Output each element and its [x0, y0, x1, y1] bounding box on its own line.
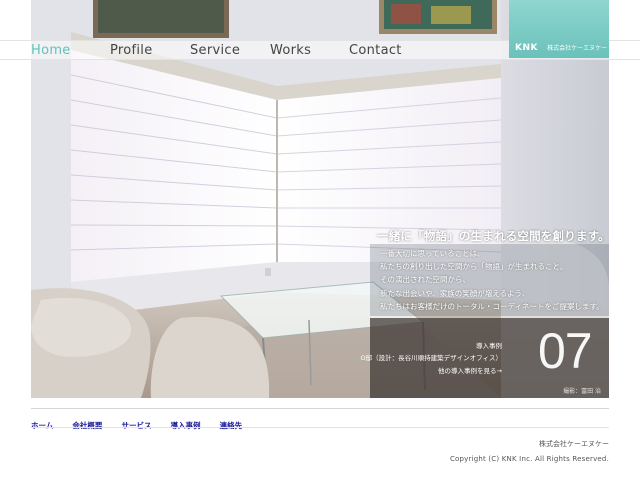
footer-link-profile[interactable]: 会社概要 [72, 421, 102, 430]
hero-line: 私たちの創り出した空間から「物語」が生まれること。 [380, 262, 568, 272]
case-study-number: 07 [538, 323, 593, 379]
case-study-title[interactable]: O邸（設計：長谷川順持建築デザインオフィス） [361, 352, 503, 362]
nav-service[interactable]: Service [190, 43, 240, 58]
footer-divider [31, 427, 609, 428]
footer-link-service[interactable]: サービス [121, 421, 151, 430]
footer-nav: ホーム 会社概要 サービス 導入事例 連絡先 [31, 413, 256, 430]
footer-company-name: 株式会社ケーエヌケー [539, 440, 609, 448]
logo-text: KNK 株式会社ケーエヌケー [515, 35, 607, 54]
case-study-label: 導入事例 [476, 342, 502, 350]
footer-copyright: Copyright (C) KNK Inc. All Rights Reserv… [449, 455, 609, 463]
more-case-studies-link[interactable]: 他の導入事例を見る→ [438, 365, 502, 375]
hero-line: 私たちはお客様だけのトータル・コーディネートをご提案します。 [380, 301, 604, 311]
footer-link-contact[interactable]: 連絡先 [220, 421, 243, 430]
case-study-panel: 導入事例 O邸（設計：長谷川順持建築デザインオフィス） 他の導入事例を見る→ 0… [361, 318, 609, 398]
hero-line: 一番大切に思っていることは、 [380, 249, 485, 258]
footer-divider [31, 408, 609, 409]
footer-link-home[interactable]: ホーム [31, 421, 53, 430]
nav-profile[interactable]: Profile [110, 43, 153, 58]
photo-credit: 撮影：冨田 治 [563, 388, 601, 395]
hero-line: その演出された空間から、 [380, 275, 470, 285]
footer-link-works[interactable]: 導入事例 [171, 421, 201, 430]
logo-mark: KNK [515, 43, 538, 53]
hero-line: 新たな出会いや、家族の笑顔が増えるよう、 [380, 288, 530, 298]
nav-works[interactable]: Works [270, 43, 311, 58]
logo[interactable]: KNK 株式会社ケーエヌケー [509, 0, 609, 58]
nav-contact[interactable]: Contact [349, 43, 402, 58]
hero-description: 一番大切に思っていることは、 私たちの創り出した空間から「物語」が生まれること。… [370, 244, 609, 316]
nav-home[interactable]: Home [31, 43, 71, 58]
logo-company-name: 株式会社ケーエヌケー [547, 45, 608, 52]
